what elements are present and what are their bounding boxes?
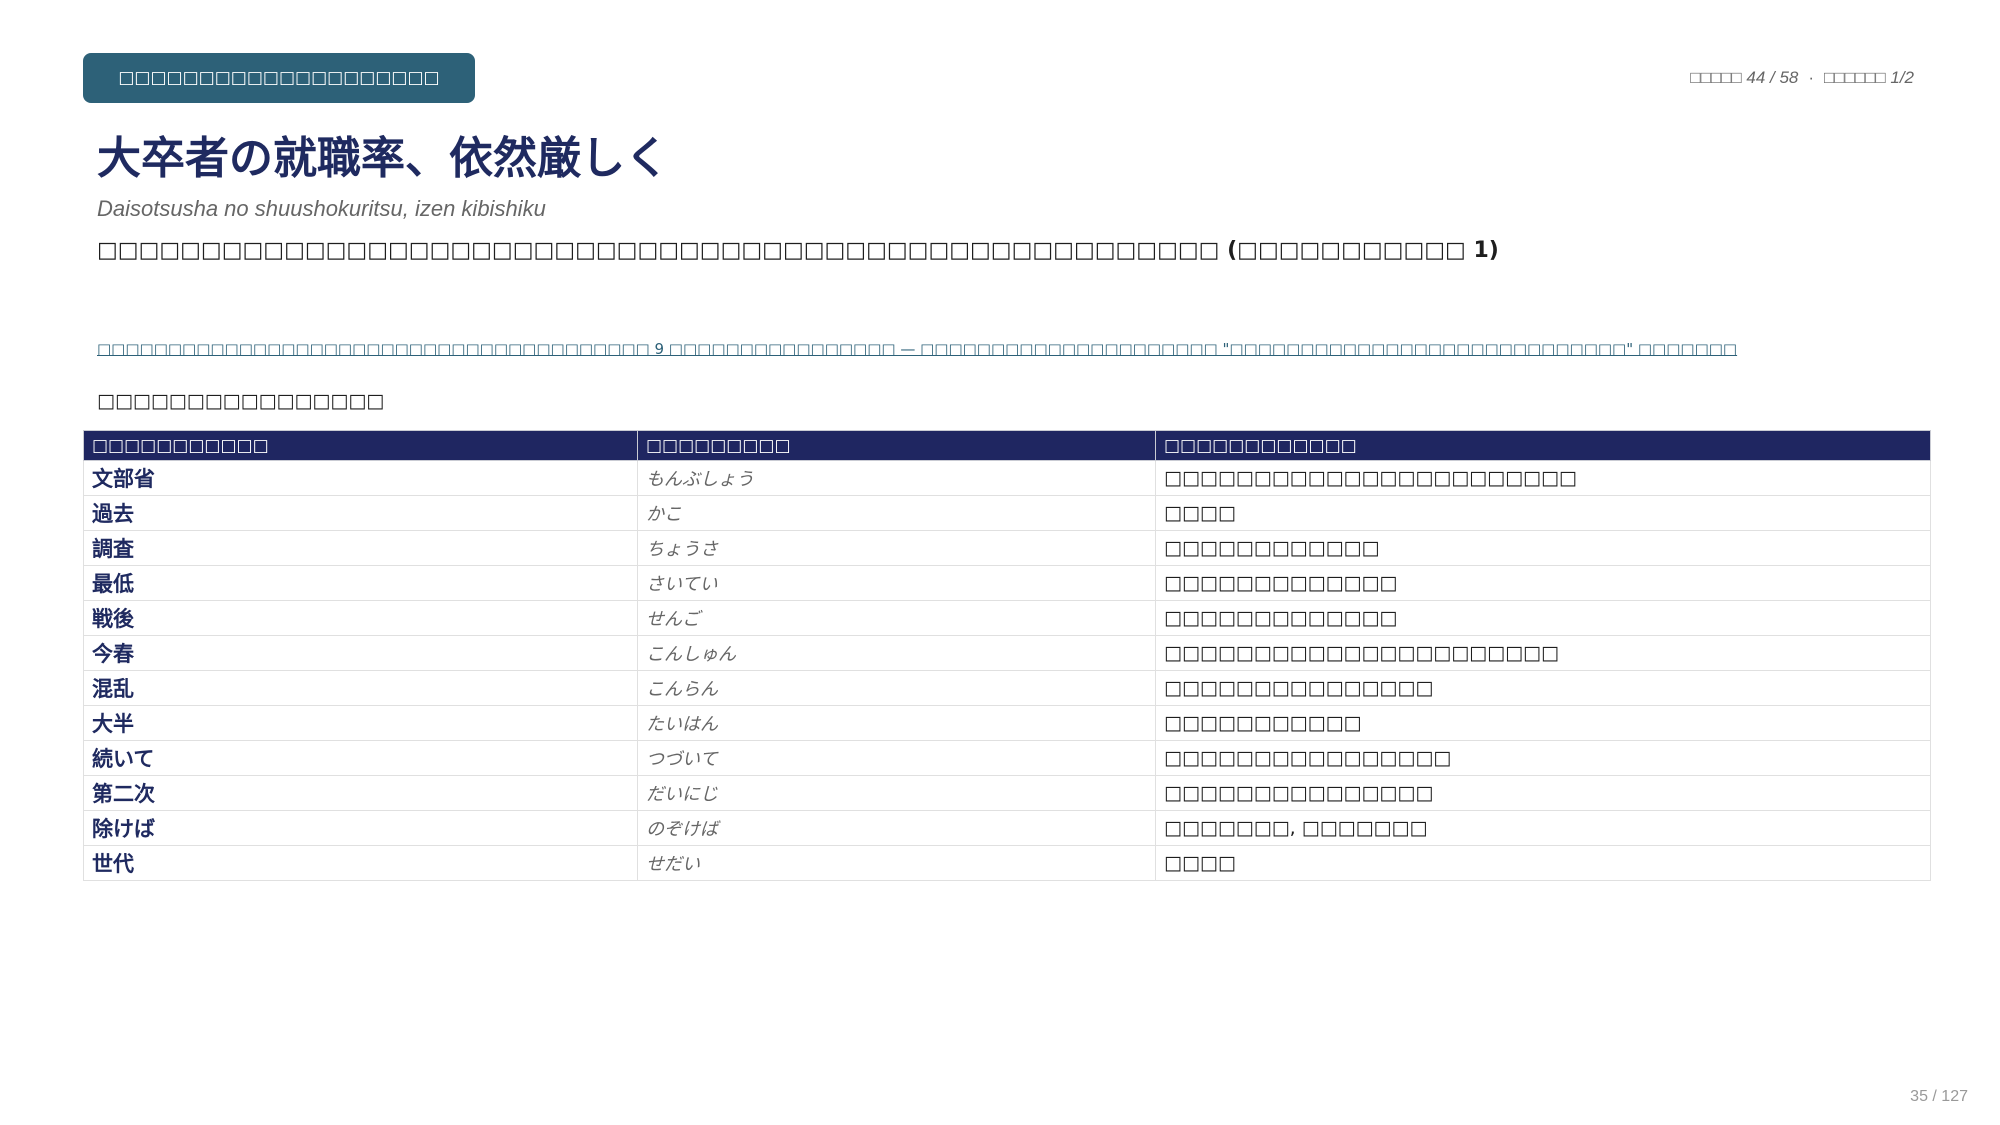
progress-indicator: □□□□□ 44 / 58 · □□□□□□ 1/2	[1690, 68, 1914, 88]
category-tag: □□□□□□□□□□□□□□□□□□□□	[83, 53, 475, 103]
vocab-word: 過去	[83, 495, 638, 531]
vocab-word: 続いて	[83, 740, 638, 776]
table-row: 世代 せだい □□□□	[83, 845, 1931, 881]
table-row: 混乱 こんらん □□□□□□□□□□□□□□□	[83, 670, 1931, 706]
vocab-word: 混乱	[83, 670, 638, 706]
vocab-reading: こんしゅん	[637, 635, 1156, 671]
vocab-word: 戦後	[83, 600, 638, 636]
vocab-reading: せんご	[637, 600, 1156, 636]
vocab-meaning: □□□□□□□□□□□□	[1155, 530, 1931, 566]
vocab-reading: たいはん	[637, 705, 1156, 741]
article-summary: □□□□□□□□□□□□□□□□□□□□□□□□□□□□□□□□□□□□□□□□…	[97, 238, 1499, 263]
table-row: 今春 こんしゅん □□□□□□□□□□□□□□□□□□□□□□	[83, 635, 1931, 671]
table-row: 調査 ちょうさ □□□□□□□□□□□□	[83, 530, 1931, 566]
table-row: 文部省 もんぶしょう □□□□□□□□□□□□□□□□□□□□□□□	[83, 460, 1931, 496]
table-row: 除けば のぞけば □□□□□□□, □□□□□□□	[83, 810, 1931, 846]
article-title: 大卒者の就職率、依然厳しく	[97, 133, 669, 184]
vocab-reading: だいにじ	[637, 775, 1156, 811]
column-header-meaning: □□□□□□□□□□□□	[1155, 430, 1931, 461]
vocab-word: 世代	[83, 845, 638, 881]
column-header-word: □□□□□□□□□□□	[83, 430, 638, 461]
vocab-word: 第二次	[83, 775, 638, 811]
table-row: 大半 たいはん □□□□□□□□□□□	[83, 705, 1931, 741]
table-row: 続いて つづいて □□□□□□□□□□□□□□□□	[83, 740, 1931, 776]
vocab-meaning: □□□□□□□□□□□□□□□	[1155, 670, 1931, 706]
vocab-reading: かこ	[637, 495, 1156, 531]
vocab-reading: もんぶしょう	[637, 460, 1156, 496]
vocab-word: 最低	[83, 565, 638, 601]
vocab-meaning: □□□□□□□□□□□□□□□	[1155, 775, 1931, 811]
page-number: 35 / 127	[1910, 1088, 1968, 1105]
vocab-reading: さいてい	[637, 565, 1156, 601]
progress-separator: ·	[1808, 68, 1815, 87]
column-header-reading: □□□□□□□□□	[637, 430, 1156, 461]
vocab-reading: せだい	[637, 845, 1156, 881]
vocab-reading: つづいて	[637, 740, 1156, 776]
vocab-meaning: □□□□□□□□□□□□□□□□□□□□□□	[1155, 635, 1931, 671]
table-row: 過去 かこ □□□□	[83, 495, 1931, 531]
vocab-header-row: □□□□□□□□□□□ □□□□□□□□□ □□□□□□□□□□□□	[83, 430, 1931, 461]
vocab-meaning: □□□□□□□□□□□□□	[1155, 600, 1931, 636]
slide-page: □□□□□□□□□□□□□□□□□□□□ □□□□□ 44 / 58 · □□□□□…	[0, 0, 2000, 1125]
progress-b: □□□□□□ 1/2	[1824, 68, 1914, 87]
progress-a: □□□□□ 44 / 58	[1690, 68, 1799, 87]
vocab-meaning: □□□□	[1155, 845, 1931, 881]
source-link[interactable]: □□□□□□□□□□□□□□□□□□□□□□□□□□□□□□□□□□□□□□□ …	[97, 340, 1737, 358]
vocab-meaning: □□□□□□□□□□□□□	[1155, 565, 1931, 601]
vocab-reading: のぞけば	[637, 810, 1156, 846]
table-row: 最低 さいてい □□□□□□□□□□□□□	[83, 565, 1931, 601]
vocab-meaning: □□□□□□□□□□□□□□□□□□□□□□□	[1155, 460, 1931, 496]
vocab-meaning: □□□□□□□, □□□□□□□	[1155, 810, 1931, 846]
vocab-reading: こんらん	[637, 670, 1156, 706]
vocab-reading: ちょうさ	[637, 530, 1156, 566]
vocab-word: 調査	[83, 530, 638, 566]
article-romaji: Daisotsusha no shuushokuritsu, izen kibi…	[97, 196, 546, 221]
vocab-table: □□□□□□□□□□□ □□□□□□□□□ □□□□□□□□□□□□ 文部省 も…	[83, 430, 1931, 881]
vocab-word: 除けば	[83, 810, 638, 846]
vocab-word: 今春	[83, 635, 638, 671]
vocab-meaning: □□□□	[1155, 495, 1931, 531]
vocab-meaning: □□□□□□□□□□□	[1155, 705, 1931, 741]
vocab-heading: □□□□□□□□□□□□□□□□	[97, 390, 385, 412]
table-row: 第二次 だいにじ □□□□□□□□□□□□□□□	[83, 775, 1931, 811]
table-row: 戦後 せんご □□□□□□□□□□□□□	[83, 600, 1931, 636]
vocab-word: 大半	[83, 705, 638, 741]
vocab-meaning: □□□□□□□□□□□□□□□□	[1155, 740, 1931, 776]
vocab-word: 文部省	[83, 460, 638, 496]
